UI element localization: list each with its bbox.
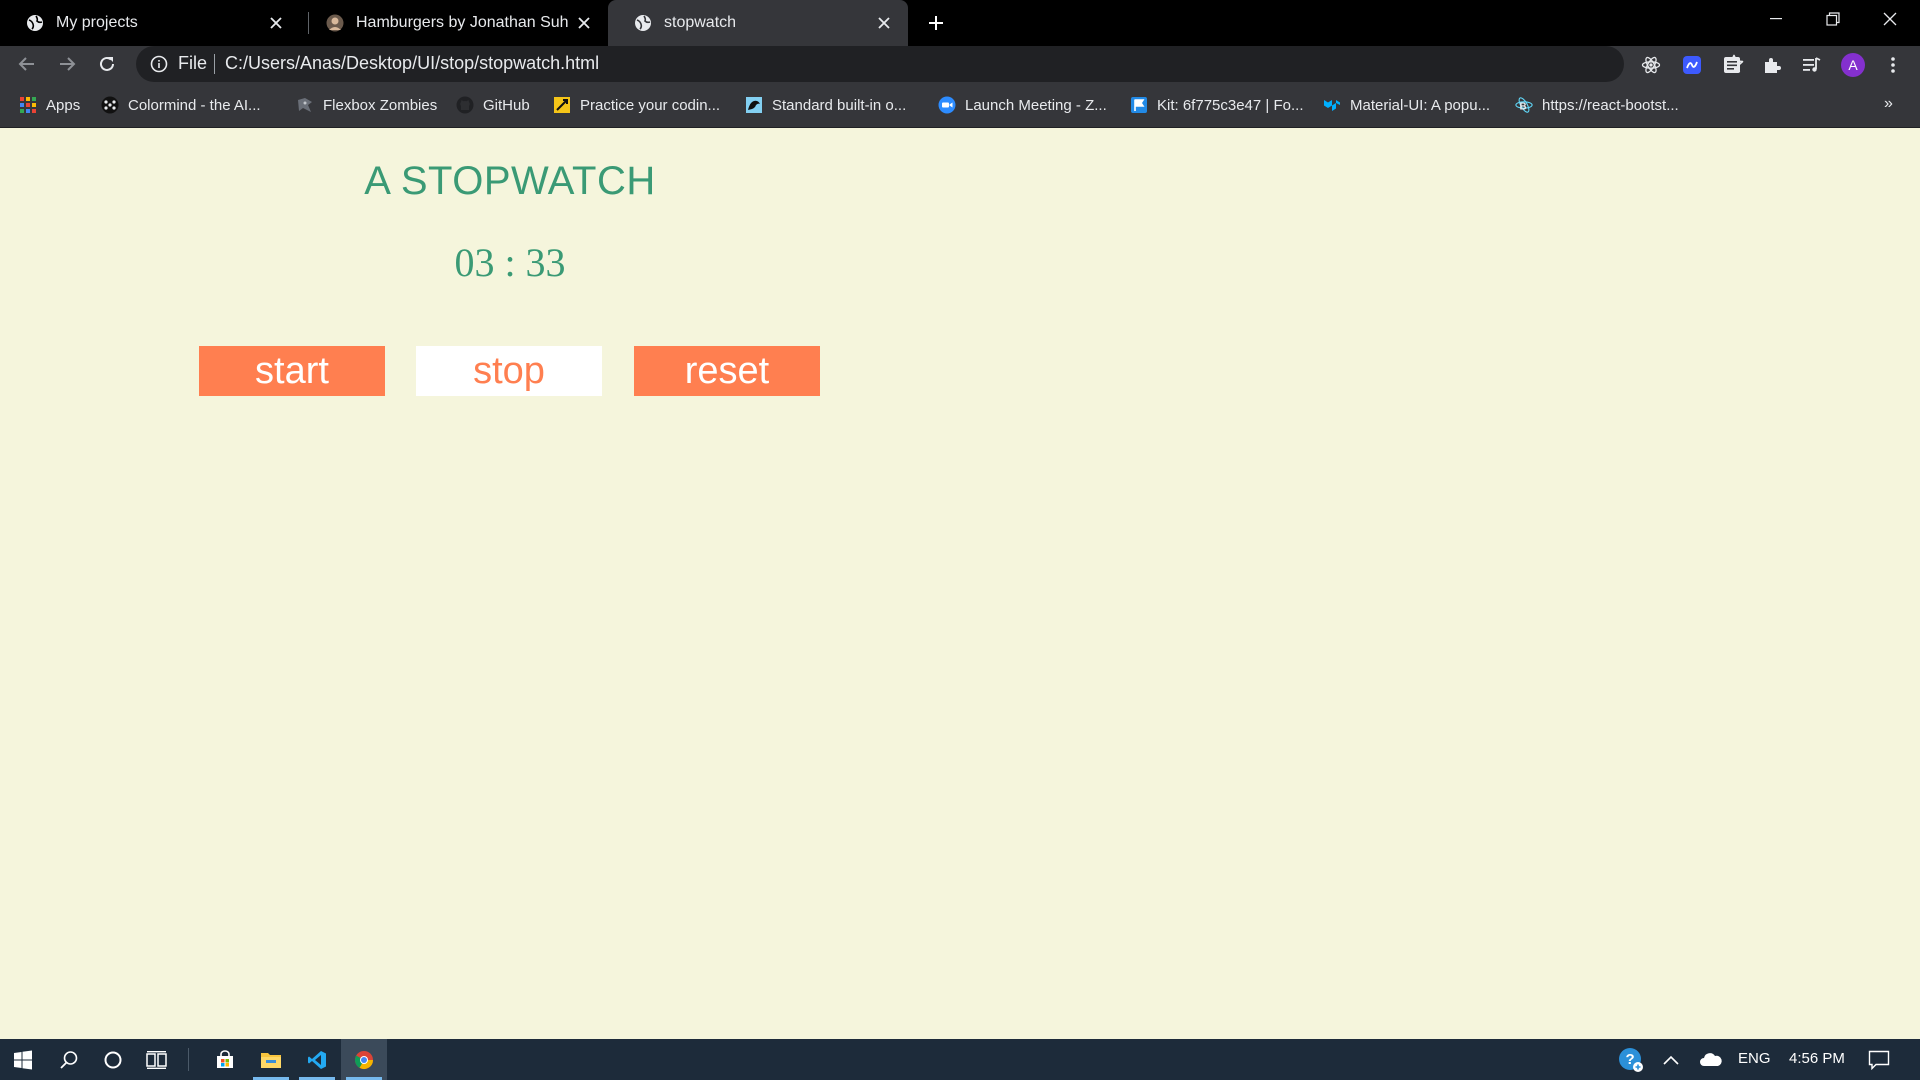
stop-button[interactable]: stop [416,346,602,396]
tab-strip: My projects Hamburgers by Jonathan Suh s… [0,0,1920,46]
onedrive-cloud-icon[interactable] [1688,1039,1734,1080]
bookmark-fontawesome-kit[interactable]: Kit: 6f775c3e47 | Fo... [1130,93,1303,117]
bookmark-label: GitHub [483,96,530,114]
taskbar-clock[interactable]: 4:56 PM [1789,1050,1845,1067]
bookmark-apps[interactable]: Apps [19,93,80,117]
reset-button[interactable]: reset [634,346,820,396]
bookmarks-bar: Apps Colormind - the AI... Flexbox Zombi… [0,82,1920,128]
language-indicator[interactable]: ENG [1738,1050,1771,1067]
cortana-icon[interactable] [90,1039,136,1080]
bookmark-colormind[interactable]: Colormind - the AI... [101,93,261,117]
bookmark-label: Practice your codin... [580,96,721,114]
search-icon[interactable] [46,1039,92,1080]
material-ui-icon [1323,96,1341,114]
bookmark-mdn[interactable]: Standard built-in o... [745,93,906,117]
apps-grid-icon [19,96,37,114]
tab-title: My projects [56,14,138,31]
bookmark-material-ui[interactable]: Material-UI: A popu... [1323,93,1490,117]
address-bar[interactable]: File C:/Users/Anas/Desktop/UI/stop/stopw… [136,46,1744,82]
address-divider [214,54,215,74]
bookmark-label: Standard built-in o... [772,96,907,114]
react-bootstrap-icon: B [1515,96,1533,114]
back-button[interactable] [13,50,41,78]
tab-title: Hamburgers by Jonathan Suh [356,14,569,31]
github-icon [456,96,474,114]
tab-hamburgers[interactable]: Hamburgers by Jonathan Suh [300,0,608,46]
reader-mode-icon[interactable] [1721,54,1743,76]
task-view-icon[interactable] [134,1039,180,1080]
tab-title: stopwatch [664,14,737,31]
zoom-icon [938,96,956,114]
taskbar-separator [188,1048,189,1071]
page-title: A STOPWATCH [364,159,656,203]
bookmark-codewars[interactable]: Practice your codin... [553,93,720,117]
bookmark-label: Colormind - the AI... [128,96,261,114]
bookmarks-overflow-button[interactable]: » [1884,95,1893,113]
colormind-icon [101,96,119,114]
menu-kebab-icon[interactable] [1882,54,1904,76]
bookmark-label: https://react-bootst... [1542,96,1679,114]
start-menu-button[interactable] [0,1039,46,1080]
globe-icon [634,14,652,32]
chrome-icon[interactable] [341,1039,387,1080]
forward-button[interactable] [53,50,81,78]
avatar-favicon-icon [326,14,344,32]
close-icon[interactable] [872,11,896,35]
new-tab-button[interactable] [922,9,950,37]
bookmark-label: Apps [46,96,81,114]
zombie-icon [296,96,314,114]
codewars-icon [553,96,571,114]
info-icon[interactable] [150,55,168,78]
bookmark-react-bootstrap[interactable]: B https://react-bootst... [1515,93,1679,117]
profile-avatar[interactable]: A [1841,53,1865,77]
close-icon[interactable] [264,11,288,35]
timer-display: 03 : 33 [454,240,566,285]
url-text[interactable]: C:/Users/Anas/Desktop/UI/stop/stopwatch.… [225,53,599,74]
svg-text:B: B [1520,102,1527,113]
globe-icon [26,14,44,32]
extensions-puzzle-icon[interactable] [1761,54,1783,76]
file-explorer-icon[interactable] [248,1039,294,1080]
tab-stopwatch[interactable]: stopwatch [608,0,908,46]
bookmark-label: Flexbox Zombies [323,96,438,114]
close-window-button[interactable] [1862,0,1918,38]
notification-center-icon[interactable] [1856,1039,1902,1080]
media-queue-icon[interactable] [1801,54,1823,76]
scheme-label: File [178,53,208,73]
browser-toolbar: File C:/Users/Anas/Desktop/UI/stop/stopw… [0,46,1920,82]
bookmark-github[interactable]: GitHub [456,93,530,117]
tab-my-projects[interactable]: My projects [0,0,300,46]
reload-button[interactable] [93,50,121,78]
windows-taskbar: ? ENG 4:56 PM [0,1039,1920,1080]
page-content: A STOPWATCH 03 : 33 start stop reset [0,129,1920,1039]
close-icon[interactable] [572,11,596,35]
start-button[interactable]: start [199,346,385,396]
extension-blue-icon[interactable] [1681,54,1703,76]
bookmark-label: Material-UI: A popu... [1350,96,1491,114]
bookmark-zoom[interactable]: Launch Meeting - Z... [938,93,1107,117]
vscode-icon[interactable] [294,1039,340,1080]
mdn-icon [745,96,763,114]
minimize-button[interactable] [1748,0,1804,38]
bookmark-label: Kit: 6f775c3e47 | Fo... [1157,96,1304,114]
store-icon[interactable] [202,1039,248,1080]
fontawesome-flag-icon [1130,96,1148,114]
react-devtools-icon[interactable] [1640,54,1662,76]
bookmark-flexbox-zombies[interactable]: Flexbox Zombies [296,93,437,117]
restore-button[interactable] [1805,0,1861,38]
bookmark-label: Launch Meeting - Z... [965,96,1107,114]
